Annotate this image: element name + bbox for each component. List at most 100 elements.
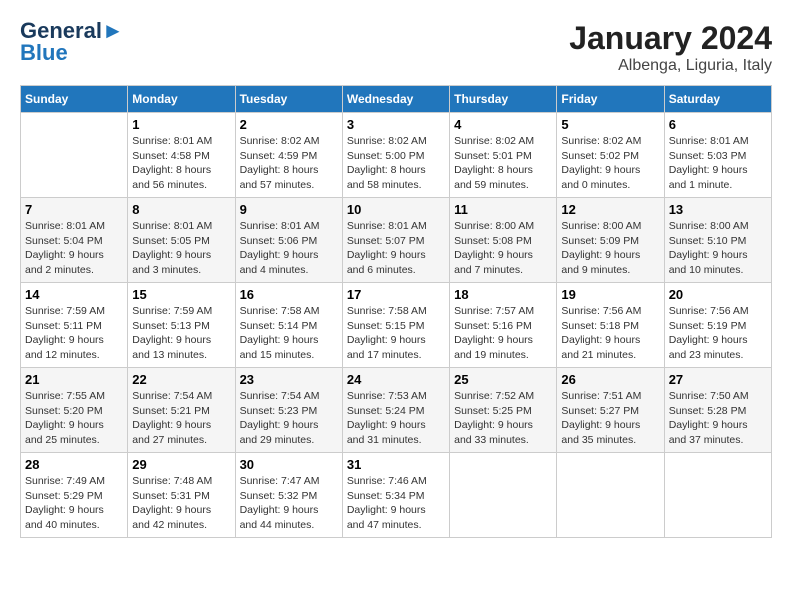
day-number: 9 [240, 202, 338, 217]
day-info: Sunrise: 8:02 AM Sunset: 5:00 PM Dayligh… [347, 134, 445, 193]
week-row-4: 21 Sunrise: 7:55 AM Sunset: 5:20 PM Dayli… [21, 368, 772, 453]
day-info: Sunrise: 8:00 AM Sunset: 5:08 PM Dayligh… [454, 219, 552, 278]
day-info: Sunrise: 7:55 AM Sunset: 5:20 PM Dayligh… [25, 389, 123, 448]
day-info: Sunrise: 7:47 AM Sunset: 5:32 PM Dayligh… [240, 474, 338, 533]
day-number: 12 [561, 202, 659, 217]
day-cell: 5 Sunrise: 8:02 AM Sunset: 5:02 PM Daylig… [557, 113, 664, 198]
day-number: 8 [132, 202, 230, 217]
day-cell: 16Sunrise: 7:58 AM Sunset: 5:14 PM Dayli… [235, 283, 342, 368]
day-info: Sunrise: 7:48 AM Sunset: 5:31 PM Dayligh… [132, 474, 230, 533]
day-info: Sunrise: 8:02 AM Sunset: 4:59 PM Dayligh… [240, 134, 338, 193]
day-info: Sunrise: 7:56 AM Sunset: 5:19 PM Dayligh… [669, 304, 767, 363]
day-info: Sunrise: 8:00 AM Sunset: 5:10 PM Dayligh… [669, 219, 767, 278]
day-cell: 20Sunrise: 7:56 AM Sunset: 5:19 PM Dayli… [664, 283, 771, 368]
day-info: Sunrise: 7:50 AM Sunset: 5:28 PM Dayligh… [669, 389, 767, 448]
week-row-2: 7 Sunrise: 8:01 AM Sunset: 5:04 PM Daylig… [21, 198, 772, 283]
day-cell [21, 113, 128, 198]
day-cell: 31Sunrise: 7:46 AM Sunset: 5:34 PM Dayli… [342, 453, 449, 538]
day-number: 3 [347, 117, 445, 132]
day-cell: 14 Sunrise: 7:59 AM Sunset: 5:11 PM Dayli… [21, 283, 128, 368]
day-number: 17 [347, 287, 445, 302]
day-cell: 7 Sunrise: 8:01 AM Sunset: 5:04 PM Daylig… [21, 198, 128, 283]
day-cell: 22 Sunrise: 7:54 AM Sunset: 5:21 PM Dayli… [128, 368, 235, 453]
day-number: 28 [25, 457, 123, 472]
day-cell [557, 453, 664, 538]
location-subtitle: Albenga, Liguria, Italy [569, 57, 772, 75]
column-header-monday: Monday [128, 86, 235, 113]
day-cell: 12 Sunrise: 8:00 AM Sunset: 5:09 PM Dayli… [557, 198, 664, 283]
day-cell: 17 Sunrise: 7:58 AM Sunset: 5:15 PM Dayli… [342, 283, 449, 368]
day-number: 29 [132, 457, 230, 472]
day-number: 4 [454, 117, 552, 132]
day-cell: 30 Sunrise: 7:47 AM Sunset: 5:32 PM Dayli… [235, 453, 342, 538]
day-number: 15 [132, 287, 230, 302]
week-row-1: 1 Sunrise: 8:01 AM Sunset: 4:58 PM Daylig… [21, 113, 772, 198]
day-number: 7 [25, 202, 123, 217]
column-header-thursday: Thursday [450, 86, 557, 113]
day-cell: 6 Sunrise: 8:01 AM Sunset: 5:03 PM Daylig… [664, 113, 771, 198]
day-info: Sunrise: 7:49 AM Sunset: 5:29 PM Dayligh… [25, 474, 123, 533]
day-info: Sunrise: 8:02 AM Sunset: 5:02 PM Dayligh… [561, 134, 659, 193]
calendar-table: SundayMondayTuesdayWednesdayThursdayFrid… [20, 85, 772, 538]
day-cell: 2 Sunrise: 8:02 AM Sunset: 4:59 PM Daylig… [235, 113, 342, 198]
calendar-header-row: SundayMondayTuesdayWednesdayThursdayFrid… [21, 86, 772, 113]
day-info: Sunrise: 8:01 AM Sunset: 5:06 PM Dayligh… [240, 219, 338, 278]
day-cell: 13 Sunrise: 8:00 AM Sunset: 5:10 PM Dayli… [664, 198, 771, 283]
day-info: Sunrise: 7:59 AM Sunset: 5:11 PM Dayligh… [25, 304, 123, 363]
day-cell: 27Sunrise: 7:50 AM Sunset: 5:28 PM Dayli… [664, 368, 771, 453]
day-cell: 21 Sunrise: 7:55 AM Sunset: 5:20 PM Dayli… [21, 368, 128, 453]
column-header-wednesday: Wednesday [342, 86, 449, 113]
day-cell: 4Sunrise: 8:02 AM Sunset: 5:01 PM Daylig… [450, 113, 557, 198]
month-year-title: January 2024 [569, 20, 772, 57]
day-number: 18 [454, 287, 552, 302]
day-info: Sunrise: 7:46 AM Sunset: 5:34 PM Dayligh… [347, 474, 445, 533]
day-info: Sunrise: 7:53 AM Sunset: 5:24 PM Dayligh… [347, 389, 445, 448]
logo-text: General► [20, 20, 124, 42]
day-number: 21 [25, 372, 123, 387]
logo-blue: Blue [20, 40, 68, 66]
day-cell: 11 Sunrise: 8:00 AM Sunset: 5:08 PM Dayli… [450, 198, 557, 283]
day-number: 30 [240, 457, 338, 472]
logo: General► Blue [20, 20, 124, 66]
day-cell: 8Sunrise: 8:01 AM Sunset: 5:05 PM Daylig… [128, 198, 235, 283]
day-cell: 24Sunrise: 7:53 AM Sunset: 5:24 PM Dayli… [342, 368, 449, 453]
day-info: Sunrise: 7:59 AM Sunset: 5:13 PM Dayligh… [132, 304, 230, 363]
day-cell: 26 Sunrise: 7:51 AM Sunset: 5:27 PM Dayli… [557, 368, 664, 453]
day-cell: 18 Sunrise: 7:57 AM Sunset: 5:16 PM Dayli… [450, 283, 557, 368]
column-header-sunday: Sunday [21, 86, 128, 113]
day-cell: 23Sunrise: 7:54 AM Sunset: 5:23 PM Dayli… [235, 368, 342, 453]
day-info: Sunrise: 8:00 AM Sunset: 5:09 PM Dayligh… [561, 219, 659, 278]
day-info: Sunrise: 7:56 AM Sunset: 5:18 PM Dayligh… [561, 304, 659, 363]
day-cell: 28 Sunrise: 7:49 AM Sunset: 5:29 PM Dayli… [21, 453, 128, 538]
day-cell: 29 Sunrise: 7:48 AM Sunset: 5:31 PM Dayli… [128, 453, 235, 538]
day-number: 10 [347, 202, 445, 217]
day-number: 1 [132, 117, 230, 132]
day-number: 2 [240, 117, 338, 132]
day-info: Sunrise: 7:58 AM Sunset: 5:14 PM Dayligh… [240, 304, 338, 363]
day-info: Sunrise: 7:54 AM Sunset: 5:21 PM Dayligh… [132, 389, 230, 448]
day-info: Sunrise: 7:51 AM Sunset: 5:27 PM Dayligh… [561, 389, 659, 448]
column-header-tuesday: Tuesday [235, 86, 342, 113]
column-header-saturday: Saturday [664, 86, 771, 113]
day-cell: 3 Sunrise: 8:02 AM Sunset: 5:00 PM Daylig… [342, 113, 449, 198]
day-info: Sunrise: 7:58 AM Sunset: 5:15 PM Dayligh… [347, 304, 445, 363]
day-number: 14 [25, 287, 123, 302]
day-number: 26 [561, 372, 659, 387]
day-info: Sunrise: 8:01 AM Sunset: 5:03 PM Dayligh… [669, 134, 767, 193]
day-cell [664, 453, 771, 538]
day-number: 6 [669, 117, 767, 132]
week-row-3: 14 Sunrise: 7:59 AM Sunset: 5:11 PM Dayli… [21, 283, 772, 368]
day-number: 11 [454, 202, 552, 217]
day-number: 5 [561, 117, 659, 132]
day-info: Sunrise: 7:52 AM Sunset: 5:25 PM Dayligh… [454, 389, 552, 448]
day-info: Sunrise: 7:54 AM Sunset: 5:23 PM Dayligh… [240, 389, 338, 448]
day-info: Sunrise: 8:01 AM Sunset: 5:04 PM Dayligh… [25, 219, 123, 278]
day-info: Sunrise: 8:01 AM Sunset: 4:58 PM Dayligh… [132, 134, 230, 193]
day-info: Sunrise: 7:57 AM Sunset: 5:16 PM Dayligh… [454, 304, 552, 363]
day-number: 22 [132, 372, 230, 387]
day-number: 13 [669, 202, 767, 217]
page-header: General► Blue January 2024 Albenga, Ligu… [20, 20, 772, 75]
day-cell [450, 453, 557, 538]
week-row-5: 28 Sunrise: 7:49 AM Sunset: 5:29 PM Dayli… [21, 453, 772, 538]
day-cell: 19Sunrise: 7:56 AM Sunset: 5:18 PM Dayli… [557, 283, 664, 368]
